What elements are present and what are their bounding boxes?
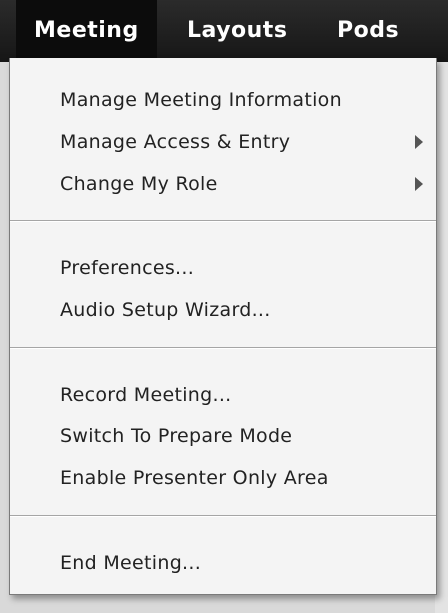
menu-item-label: Preferences...	[60, 257, 195, 279]
submenu-arrow-icon	[415, 177, 423, 191]
menubar-item-pods[interactable]: Pods	[337, 0, 399, 62]
menu-item-label: Enable Presenter Only Area	[60, 467, 329, 489]
menu-item-manage-access-entry[interactable]: Manage Access & Entry	[10, 122, 436, 162]
menu-item-label: Manage Access & Entry	[60, 131, 291, 153]
menu-item-label: Switch To Prepare Mode	[60, 425, 293, 447]
menu-bar: Meeting Layouts Pods	[0, 0, 448, 62]
menu-item-end-meeting[interactable]: End Meeting...	[10, 543, 436, 583]
menubar-item-layouts[interactable]: Layouts	[187, 0, 287, 62]
menu-item-label: Manage Meeting Information	[60, 89, 342, 111]
menu-item-preferences[interactable]: Preferences...	[10, 248, 436, 288]
menubar-item-meeting[interactable]: Meeting	[16, 0, 157, 62]
menu-item-change-my-role[interactable]: Change My Role	[10, 164, 436, 204]
menu-separator	[10, 515, 436, 517]
menu-item-record-meeting[interactable]: Record Meeting...	[10, 375, 436, 415]
menu-item-manage-meeting-information[interactable]: Manage Meeting Information	[10, 80, 436, 120]
meeting-dropdown-menu: Manage Meeting Information Manage Access…	[9, 58, 437, 595]
menu-item-label: Record Meeting...	[60, 384, 232, 406]
menu-separator	[10, 347, 436, 349]
menu-item-label: End Meeting...	[60, 552, 202, 574]
menu-item-audio-setup-wizard[interactable]: Audio Setup Wizard...	[10, 290, 436, 330]
menu-item-switch-to-prepare-mode[interactable]: Switch To Prepare Mode	[10, 416, 436, 456]
menu-item-enable-presenter-only-area[interactable]: Enable Presenter Only Area	[10, 458, 436, 498]
menu-separator	[10, 220, 436, 222]
submenu-arrow-icon	[415, 135, 423, 149]
menu-item-label: Change My Role	[60, 173, 218, 195]
menu-item-label: Audio Setup Wizard...	[60, 299, 271, 321]
